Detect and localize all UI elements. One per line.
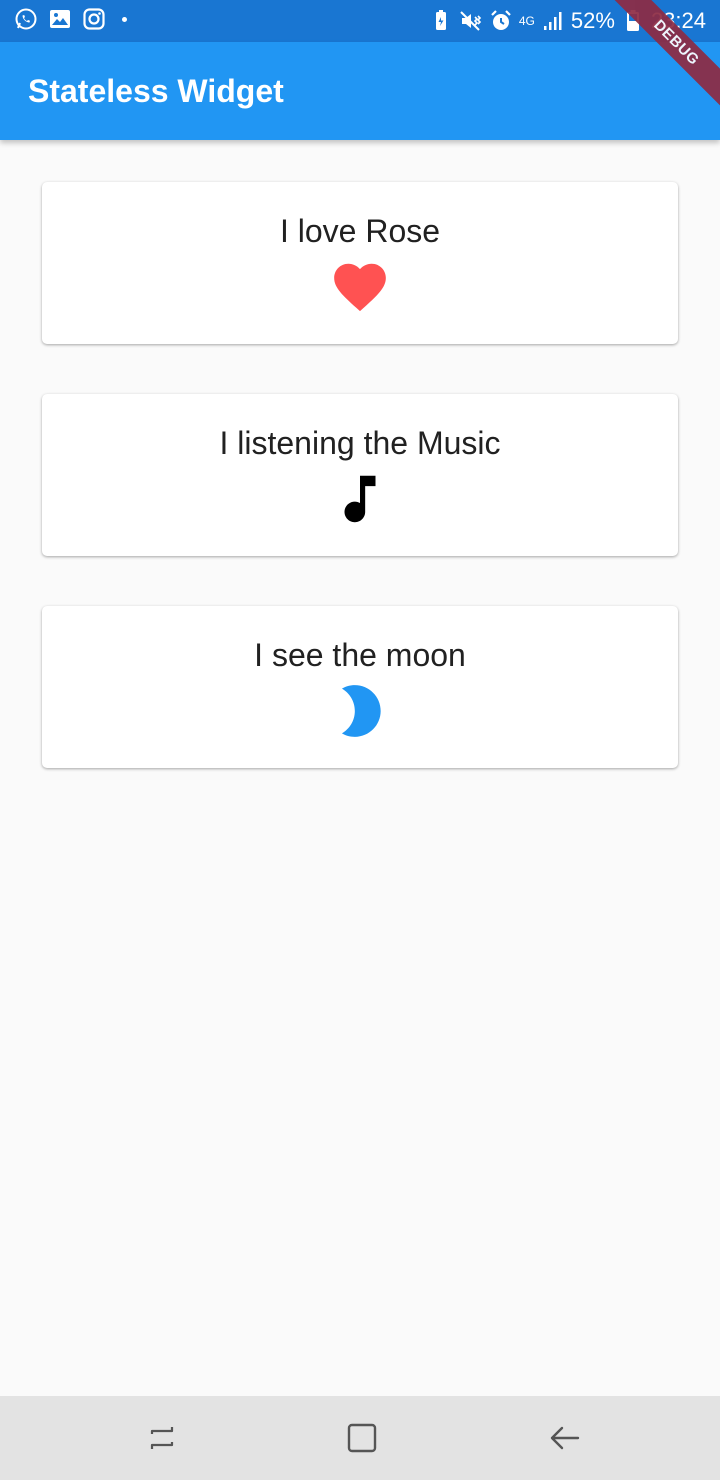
moon-icon [341,685,381,737]
card-rose: I love Rose [42,182,678,344]
status-bar-notifications [14,7,127,31]
card-music: I listening the Music [42,394,678,556]
app-title: Stateless Widget [28,73,284,109]
alarm-icon [491,10,511,30]
more-notifications-dot [122,16,127,22]
vibrate-mute-icon [460,11,482,31]
battery-saver-icon [435,10,446,30]
screen: 4G 52% 23:24 Stateless Widget DEBUG I lo… [0,0,720,1480]
status-bar: 4G 52% 23:24 [0,0,720,42]
app-bar: Stateless Widget [0,42,720,140]
battery-percent: 52% [570,8,615,33]
card-moon: I see the moon [42,606,678,768]
card-text: I love Rose [279,213,441,249]
navigation-bar [0,1396,720,1480]
card-text: I listening the Music [219,425,501,461]
heart-icon [334,263,386,312]
music-note-icon [344,475,376,523]
network-type-label: 4G [518,14,535,28]
instagram-icon [83,8,105,30]
card-text: I see the moon [254,637,466,673]
home-button[interactable] [340,1416,384,1460]
back-button[interactable] [542,1416,586,1460]
recent-apps-button[interactable] [140,1416,184,1460]
signal-icon [543,12,562,30]
whatsapp-icon [15,8,37,30]
gallery-icon [50,10,70,28]
